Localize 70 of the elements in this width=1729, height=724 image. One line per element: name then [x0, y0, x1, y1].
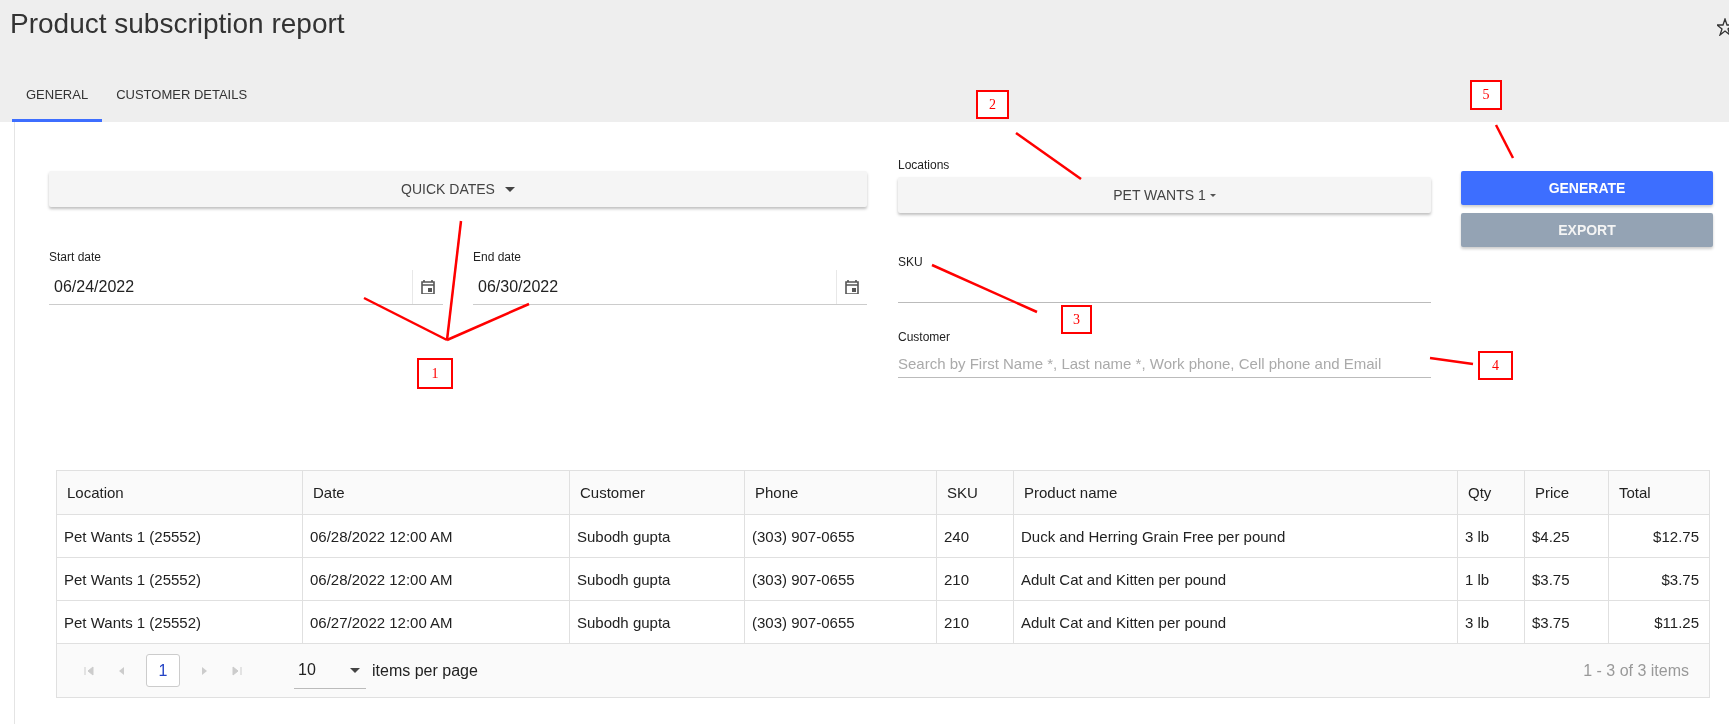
table-cell: Adult Cat and Kitten per pound: [1014, 601, 1458, 643]
locations-dropdown[interactable]: PET WANTS 1: [898, 177, 1431, 213]
table-cell: 210: [937, 558, 1014, 600]
page-size-dropdown[interactable]: 10: [294, 652, 366, 689]
column-header[interactable]: Phone: [745, 471, 937, 514]
callout-number: 3: [1061, 305, 1092, 334]
table-cell: 3 lb: [1458, 515, 1525, 557]
date-field[interactable]: 06/30/2022: [473, 270, 867, 305]
table-cell: Pet Wants 1 (25552): [57, 558, 303, 600]
column-header[interactable]: Qty: [1458, 471, 1525, 514]
callout-number: 1: [417, 358, 453, 389]
page-button[interactable]: 1: [146, 654, 180, 687]
field-label: Start date: [49, 250, 103, 264]
table-cell: 06/27/2022 12:00 AM: [303, 601, 570, 643]
field-label: Locations: [898, 158, 951, 172]
table-cell: Pet Wants 1 (25552): [57, 601, 303, 643]
table-cell: (303) 907-0655: [745, 601, 937, 643]
calendar-icon[interactable]: [421, 280, 435, 294]
caret-icon: [504, 186, 515, 192]
table-cell: Adult Cat and Kitten per pound: [1014, 558, 1458, 600]
table-cell: (303) 907-0655: [745, 515, 937, 557]
field-label: SKU: [898, 255, 924, 269]
column-header[interactable]: Location: [57, 471, 303, 514]
page-title: Product subscription report: [10, 8, 345, 40]
table-cell: (303) 907-0655: [745, 558, 937, 600]
column-header[interactable]: SKU: [937, 471, 1014, 514]
table-cell: 06/28/2022 12:00 AM: [303, 558, 570, 600]
quick-dates-dropdown[interactable]: QUICK DATES: [49, 171, 867, 207]
column-header[interactable]: Price: [1525, 471, 1609, 514]
table-cell-text: $3.75: [1660, 569, 1700, 590]
next-page-icon[interactable]: [202, 665, 208, 676]
leader-line: [1015, 131, 1082, 181]
table-cell-text: $11.25: [1653, 612, 1700, 633]
table-cell: 06/28/2022 12:00 AM: [303, 515, 570, 557]
caret-icon: [1209, 193, 1216, 197]
callout-number: 5: [1470, 80, 1502, 110]
previous-page-icon[interactable]: [118, 665, 124, 676]
table-cell: Subodh gupta: [570, 601, 745, 643]
column-header[interactable]: Date: [303, 471, 570, 514]
first-page-icon[interactable]: [84, 665, 94, 676]
calendar-icon[interactable]: [845, 280, 859, 294]
tab[interactable]: CUSTOMER DETAILS: [102, 78, 262, 122]
leader-line: [1494, 124, 1515, 159]
table-cell: $3.75: [1525, 558, 1609, 600]
table-cell: $3.75: [1525, 601, 1609, 643]
date-field[interactable]: 06/24/2022: [49, 270, 443, 305]
column-header[interactable]: Total: [1609, 471, 1709, 514]
table-cell: Subodh gupta: [570, 558, 745, 600]
column-header[interactable]: Customer: [570, 471, 745, 514]
table-cell-text: $12.75: [1652, 526, 1700, 547]
table-cell: Pet Wants 1 (25552): [57, 515, 303, 557]
table-cell: 3 lb: [1458, 601, 1525, 643]
table-cell: 240: [937, 515, 1014, 557]
table-cell: $4.25: [1525, 515, 1609, 557]
table-cell: Duck and Herring Grain Free per pound: [1014, 515, 1458, 557]
last-page-icon[interactable]: [232, 665, 242, 676]
callout-number: 4: [1478, 351, 1513, 380]
field-label: Customer: [898, 330, 951, 344]
table-cell: 1 lb: [1458, 558, 1525, 600]
pager-summary: 1 - 3 of 3 items: [1583, 661, 1689, 680]
callout-number: 2: [976, 90, 1009, 119]
star-icon[interactable]: [1717, 18, 1729, 36]
generate-button[interactable]: GENERATE: [1461, 171, 1713, 205]
page-size-label: items per page: [372, 661, 478, 680]
column-header[interactable]: Product name: [1014, 471, 1458, 514]
leader-line: [1429, 356, 1474, 366]
table-cell: Subodh gupta: [570, 515, 745, 557]
caret-icon: [350, 667, 360, 673]
table-cell: 210: [937, 601, 1014, 643]
field-label: End date: [473, 250, 523, 264]
